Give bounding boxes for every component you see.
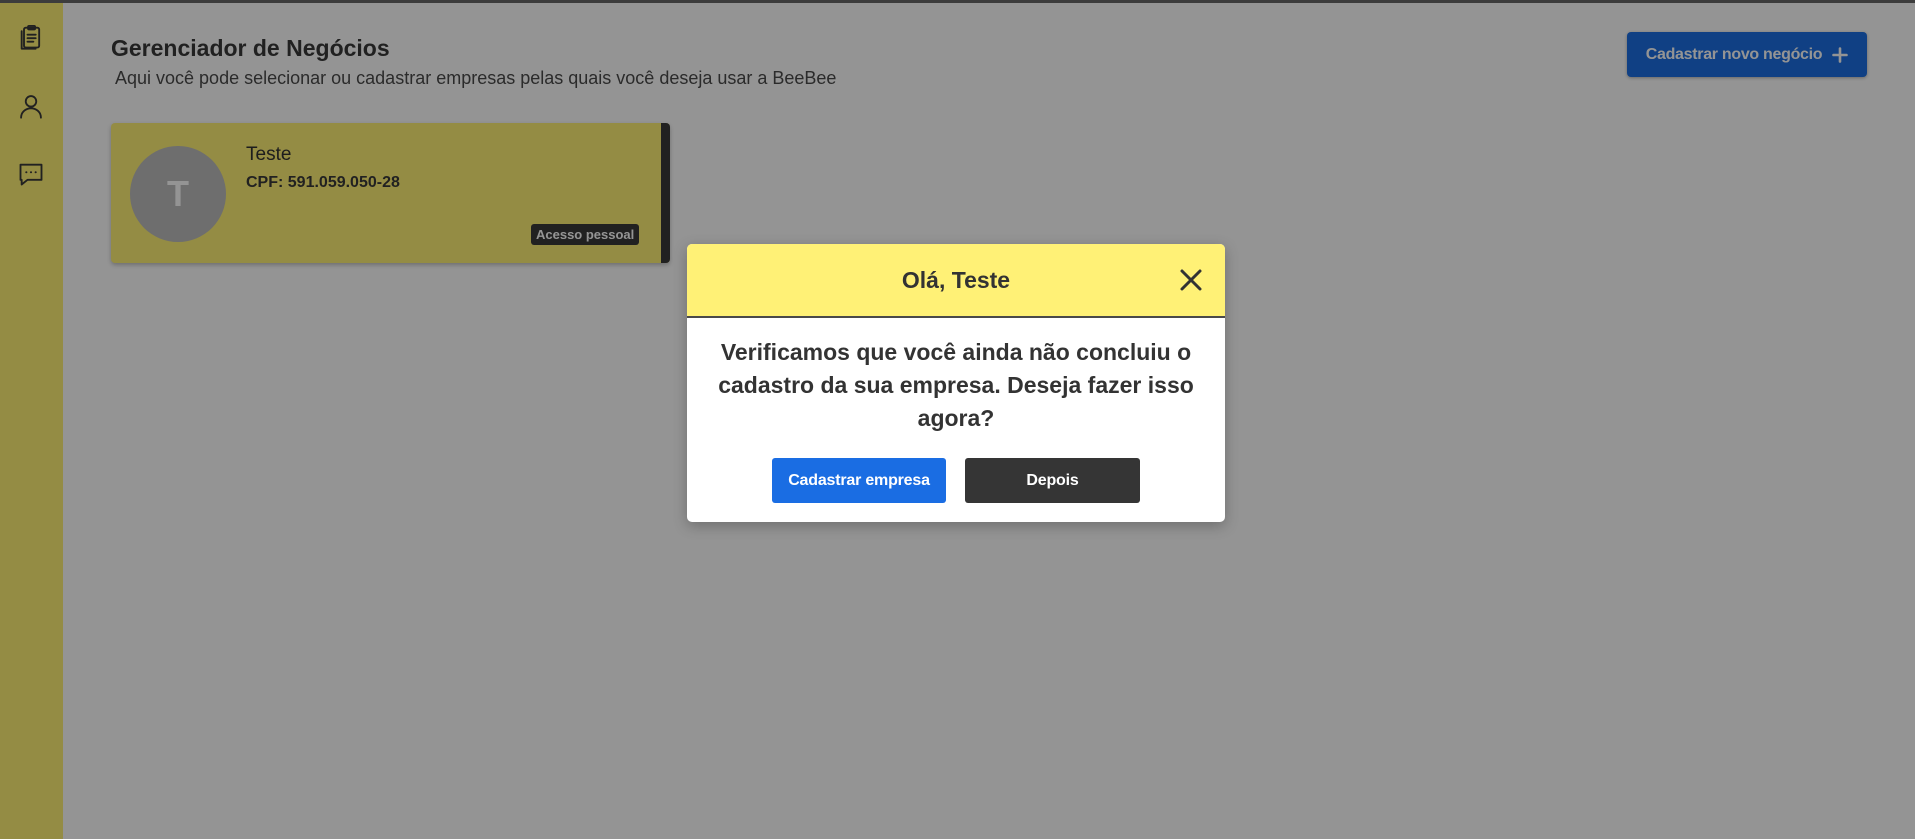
dialog-message: Verificamos que você ainda não concluiu … xyxy=(718,339,1194,431)
register-company-button[interactable]: Cadastrar empresa xyxy=(772,458,946,503)
window-top-border xyxy=(0,0,1915,3)
close-icon[interactable] xyxy=(1177,266,1205,294)
incomplete-registration-dialog: Olá, Teste Verificamos que você ainda nã… xyxy=(687,244,1225,522)
later-button[interactable]: Depois xyxy=(965,458,1140,503)
dialog-header: Olá, Teste xyxy=(687,244,1225,318)
dialog-title: Olá, Teste xyxy=(901,266,1011,293)
